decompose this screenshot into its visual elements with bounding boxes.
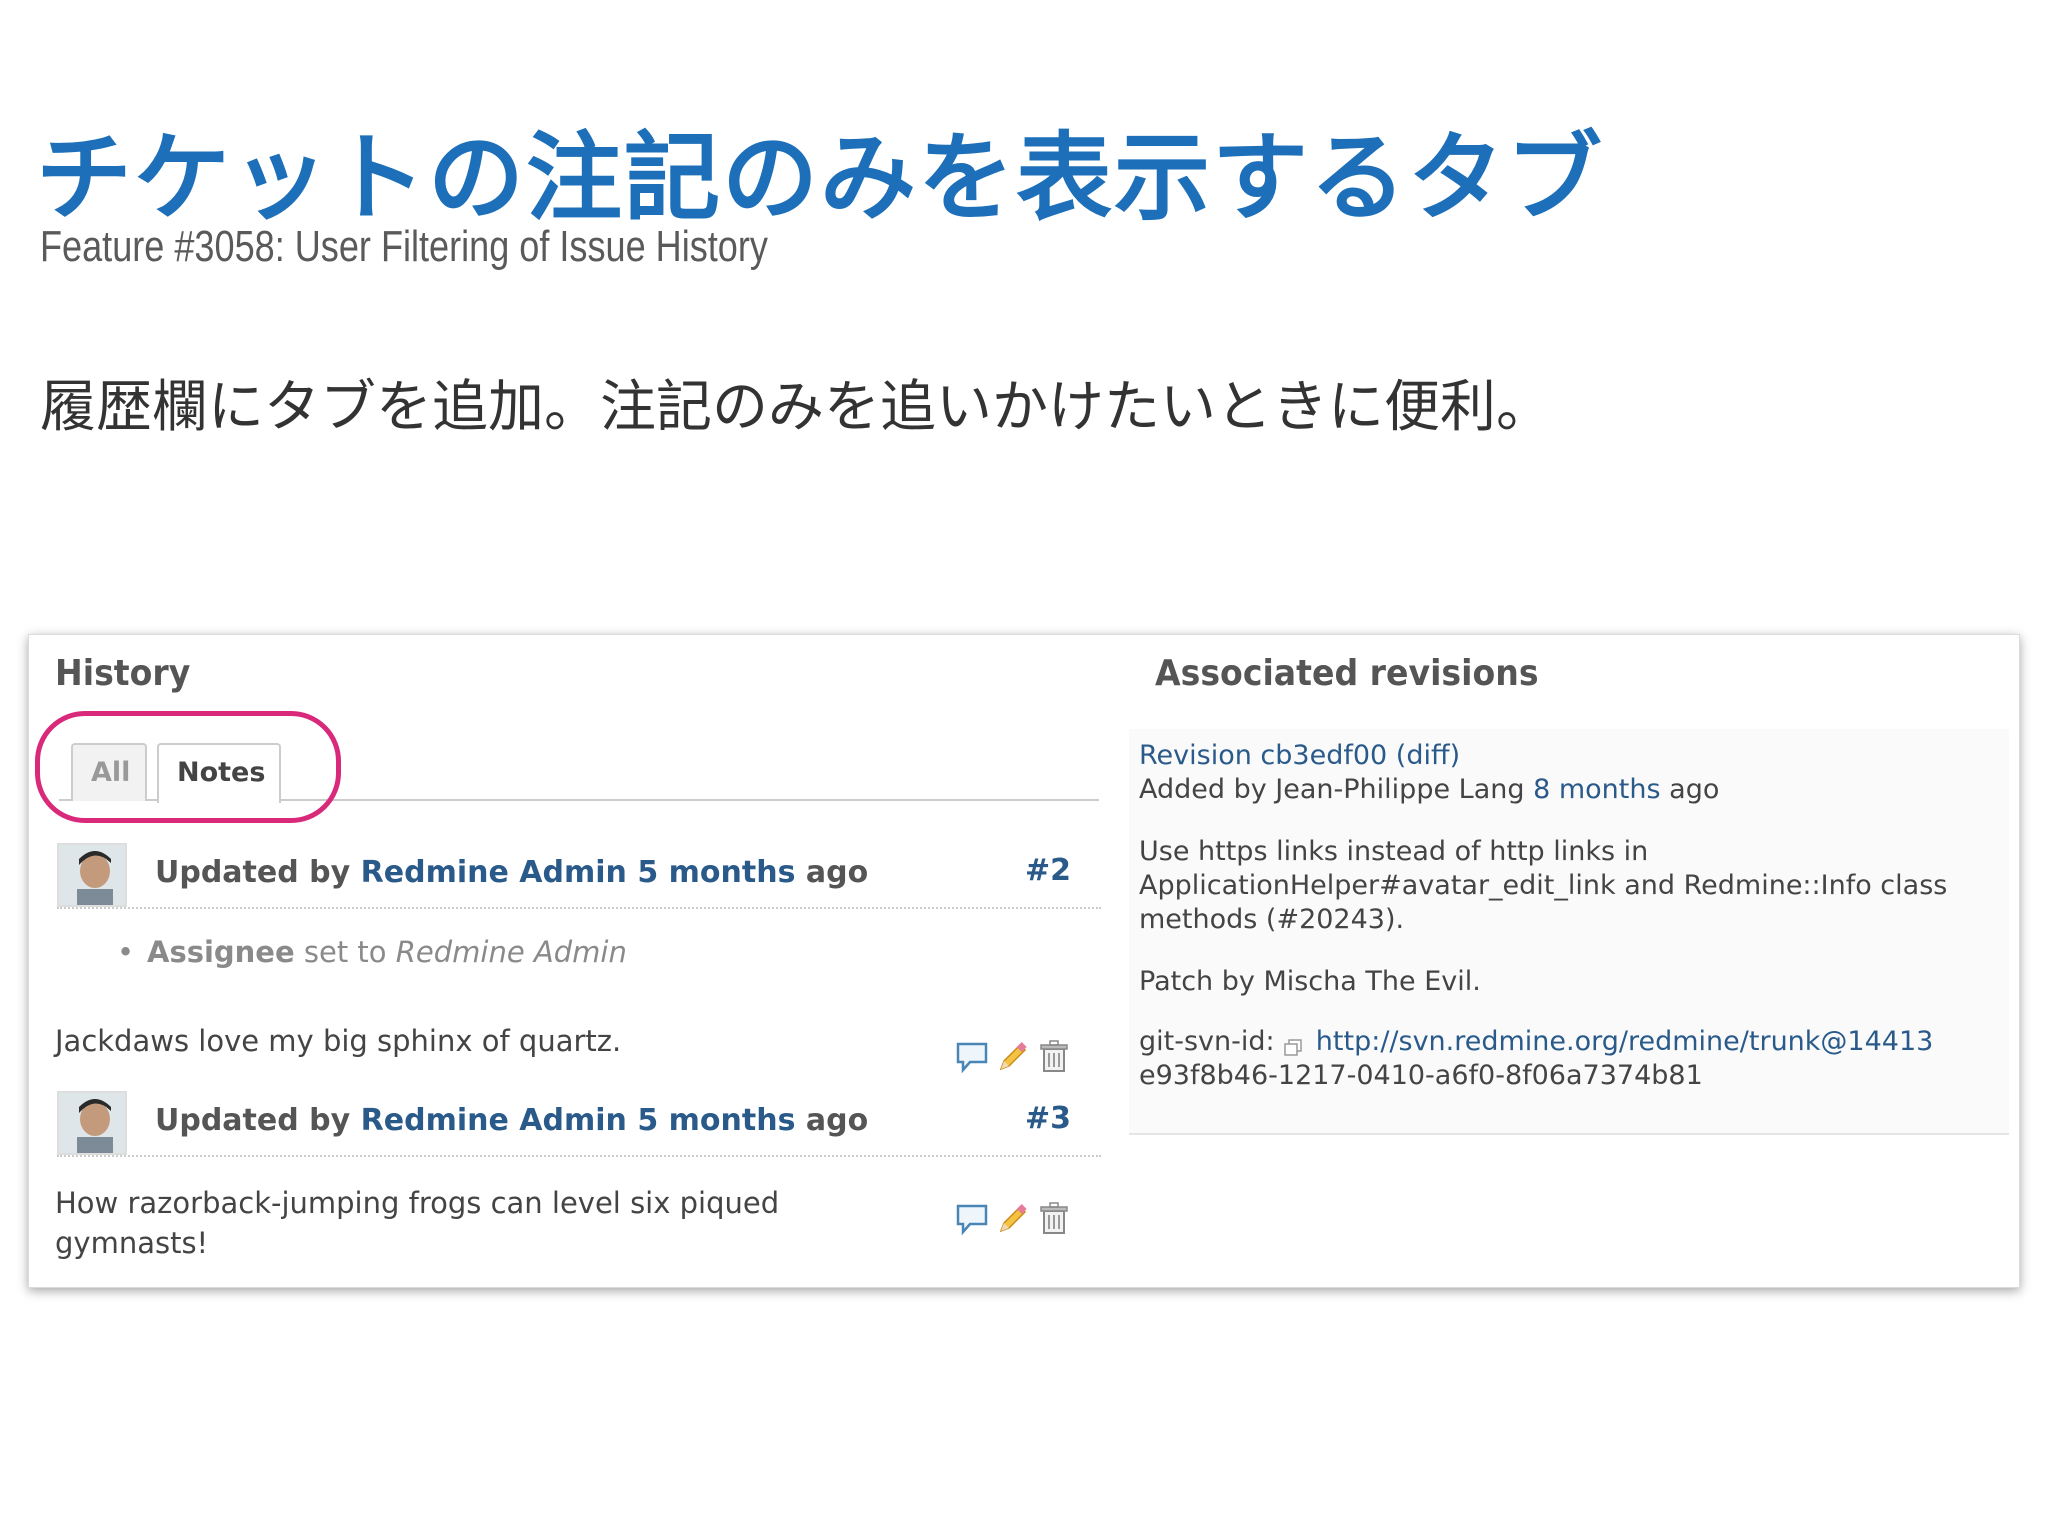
journal-number-link[interactable]: #2 [1025, 853, 1071, 888]
history-section: History All Notes Updated by Redmine Adm… [29, 635, 1101, 1287]
author-link[interactable]: Redmine Admin [361, 1103, 627, 1138]
revisions-heading: Associated revisions [1155, 653, 1539, 694]
revision-changeset: Revision cb3edf00 (diff) Added by Jean-P… [1129, 729, 2009, 1135]
added-time-suffix: ago [1669, 774, 1720, 805]
journal-title: Updated by Redmine Admin 5 months ago [155, 855, 868, 890]
history-heading: History [55, 653, 191, 694]
delete-trash-icon[interactable] [1037, 1039, 1073, 1079]
added-by-text: Added by Jean-Philippe Lang [1139, 774, 1525, 805]
external-link-icon [1283, 1033, 1307, 1056]
journal-header: Updated by Redmine Admin 5 months ago #2 [57, 843, 1101, 909]
slide-body-text: 履歴欄にタブを追加。注記のみを追いかけたいときに便利。 [40, 375, 1552, 440]
time-link[interactable]: 5 months [637, 1103, 795, 1138]
journal-header: Updated by Redmine Admin 5 months ago #3 [57, 1091, 1101, 1157]
highlight-annotation [35, 711, 341, 823]
diff-link[interactable]: (diff) [1396, 740, 1460, 771]
quote-icon[interactable] [955, 1039, 991, 1079]
avatar [57, 843, 127, 907]
author-link[interactable]: Redmine Admin [361, 855, 627, 890]
slide-title: チケットの注記のみを表示するタブ [36, 122, 1604, 234]
detail-text: set to [303, 935, 387, 969]
journal-note: How razorback-jumping frogs can level si… [55, 1183, 779, 1263]
revision-title-line: Revision cb3edf00 (diff) [1139, 739, 1460, 773]
commit-message-line: ApplicationHelper#avatar_edit_link and R… [1139, 870, 1948, 901]
commit-message-line: methods (#20243). [1139, 904, 1405, 935]
note-line: gymnasts! [55, 1226, 209, 1260]
note-line: How razorback-jumping frogs can level si… [55, 1186, 780, 1220]
note-actions [955, 1039, 1079, 1079]
quote-icon[interactable] [955, 1201, 991, 1241]
revision-link[interactable]: Revision cb3edf00 [1139, 740, 1387, 771]
patch-by-line: Patch by Mischa The Evil. [1139, 966, 1481, 997]
time-suffix: ago [805, 855, 869, 890]
avatar [57, 1091, 127, 1155]
added-time-link[interactable]: 8 months [1533, 774, 1660, 805]
journal-note: Jackdaws love my big sphinx of quartz. [55, 1024, 622, 1058]
updated-by-label: Updated by [155, 1103, 351, 1138]
svn-label: git-svn-id: [1139, 1026, 1275, 1057]
revision-author-line: Added by Jean-Philippe Lang 8 months ago [1139, 773, 1719, 807]
associated-revisions-section: Associated revisions Revision cb3edf00 (… [1129, 635, 2009, 1287]
svn-uuid: e93f8b46-1217-0410-a6f0-8f06a7374b81 [1139, 1060, 1703, 1091]
updated-by-label: Updated by [155, 855, 351, 890]
slide-subtitle: Feature #3058: User Filtering of Issue H… [40, 222, 768, 271]
time-suffix: ago [805, 1103, 869, 1138]
commit-message-line: Use https links instead of http links in [1139, 836, 1649, 867]
journal-detail: • Assignee set to Redmine Admin [117, 935, 627, 969]
svn-id-line: git-svn-id: http://svn.redmine.org/redmi… [1139, 1025, 1933, 1059]
detail-field: Assignee [147, 935, 295, 969]
delete-trash-icon[interactable] [1037, 1201, 1073, 1241]
svn-url-link[interactable]: http://svn.redmine.org/redmine/trunk@144… [1316, 1026, 1934, 1057]
edit-pencil-icon[interactable] [995, 1201, 1031, 1241]
note-actions [955, 1201, 1079, 1241]
bullet-icon: • [117, 935, 135, 969]
time-link[interactable]: 5 months [637, 855, 795, 890]
edit-pencil-icon[interactable] [995, 1039, 1031, 1079]
redmine-issue-screenshot: History All Notes Updated by Redmine Adm… [28, 634, 2020, 1288]
journal-title: Updated by Redmine Admin 5 months ago [155, 1103, 868, 1138]
journal-number-link[interactable]: #3 [1025, 1101, 1071, 1136]
detail-value: Redmine Admin [395, 935, 627, 969]
